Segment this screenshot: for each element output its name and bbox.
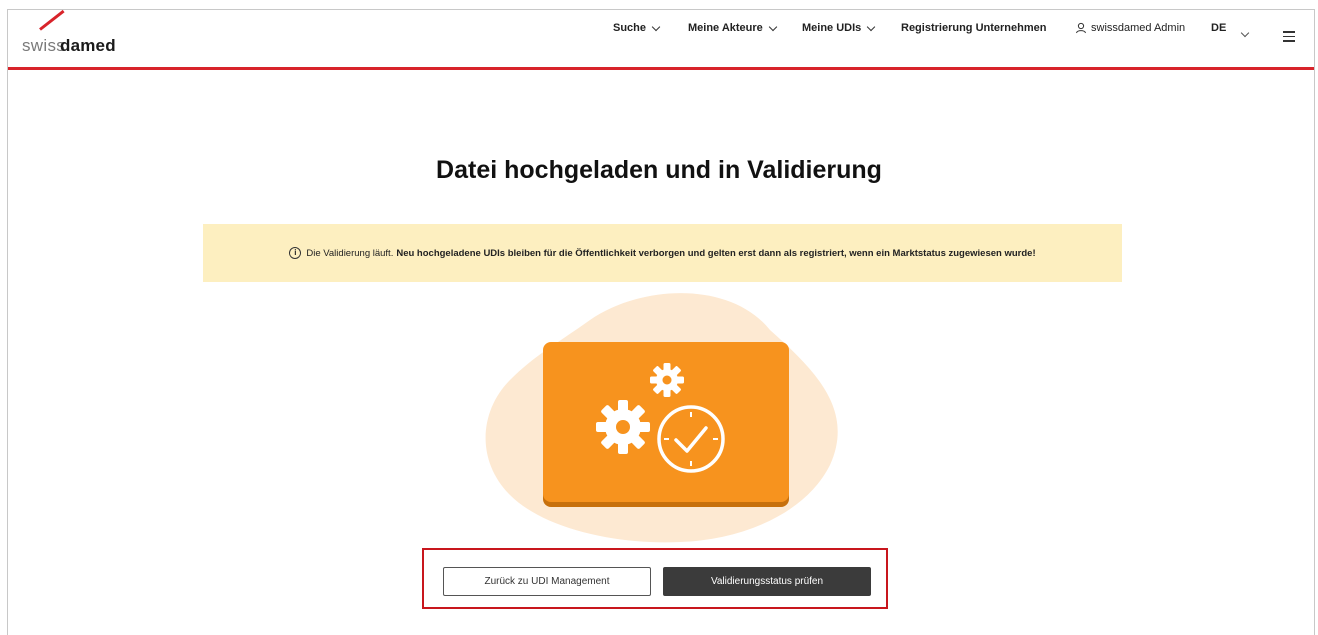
- top-navigation-bar: swiss damed: [8, 9, 1314, 70]
- nav-label-suche: Suche: [613, 22, 647, 34]
- nav-label-meine-akteure: Meine Akteure: [688, 22, 763, 34]
- validation-illustration-card: [543, 342, 789, 502]
- nav-item-meine-akteure[interactable]: Meine Akteure: [688, 22, 778, 34]
- back-to-udi-management-button[interactable]: Zurück zu UDI Management: [443, 567, 651, 596]
- logo-text-part2: damed: [60, 36, 116, 55]
- language-selector[interactable]: DE: [1211, 22, 1226, 34]
- user-menu[interactable]: swissdamed Admin: [1075, 22, 1185, 34]
- nav-item-meine-udis[interactable]: Meine UDIs: [802, 22, 876, 34]
- hamburger-menu-icon[interactable]: [1283, 31, 1295, 45]
- clock-check-icon: [657, 405, 725, 473]
- chevron-down-icon: [651, 22, 661, 31]
- nav-item-suche[interactable]: Suche: [613, 22, 661, 34]
- info-icon: i: [289, 247, 302, 259]
- swissdamed-logo[interactable]: swiss damed: [22, 9, 132, 55]
- notice-bold-text: Neu hochgeladene UDIs bleiben für die Öf…: [396, 247, 1036, 259]
- chevron-down-icon: [768, 22, 778, 31]
- chevron-down-icon: [867, 22, 876, 31]
- nav-label-meine-udis: Meine UDIs: [802, 22, 862, 34]
- user-icon: [1076, 22, 1086, 34]
- notice-lead-text: Die Validierung läuft.: [306, 247, 394, 259]
- nav-label-registrierung: Registrierung Unternehmen: [901, 22, 1047, 34]
- check-validation-status-button[interactable]: Validierungsstatus prüfen: [663, 567, 871, 596]
- logo-accent-slash: [39, 9, 65, 31]
- page-title: Datei hochgeladen und in Validierung: [436, 156, 882, 184]
- user-name: swissdamed Admin: [1091, 22, 1186, 34]
- validation-notice-banner: i Die Validierung läuft. Neu hochgeladen…: [203, 224, 1122, 282]
- nav-item-registrierung-unternehmen[interactable]: Registrierung Unternehmen: [901, 22, 1046, 34]
- logo-text-part1: swiss: [22, 36, 66, 55]
